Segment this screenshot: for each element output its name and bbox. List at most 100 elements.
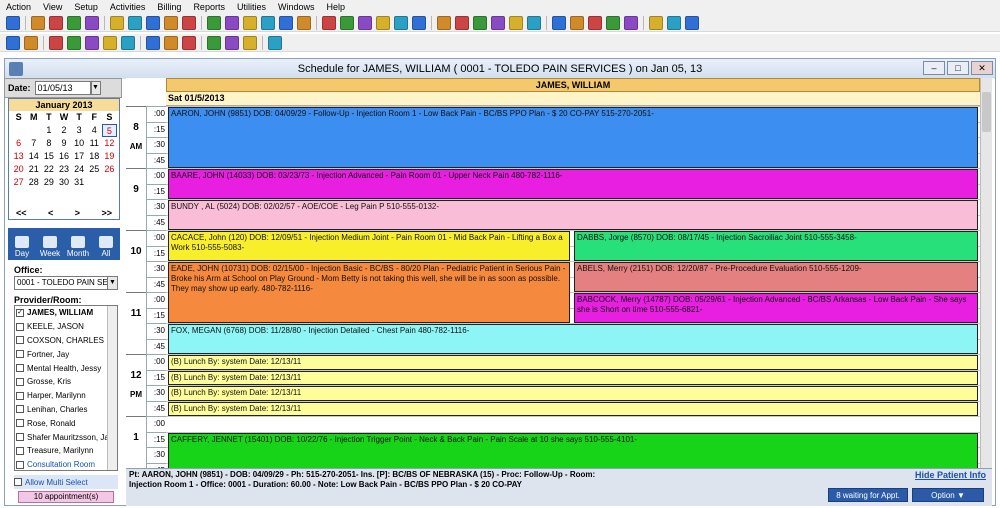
provider-checkbox[interactable] bbox=[16, 364, 24, 373]
calendar-day[interactable]: 27 bbox=[11, 176, 26, 189]
maximize-button[interactable]: □ bbox=[947, 61, 969, 75]
provider-item[interactable]: Fortner, Jay bbox=[15, 347, 117, 361]
toolbar-tool-icon[interactable] bbox=[85, 15, 99, 30]
calendar-day[interactable]: 13 bbox=[11, 150, 26, 163]
toolbar-tool-icon[interactable] bbox=[207, 35, 221, 50]
provider-checkbox[interactable] bbox=[16, 336, 24, 345]
schedule-scrollbar[interactable] bbox=[980, 78, 992, 468]
calendar-day[interactable]: 20 bbox=[11, 163, 26, 176]
calendar-day[interactable]: 26 bbox=[102, 163, 117, 176]
toolbar-tool-icon[interactable] bbox=[649, 15, 663, 30]
appointment-block[interactable]: AARON, JOHN (9851) DOB: 04/09/29 - Follo… bbox=[168, 107, 978, 168]
menu-setup[interactable]: Setup bbox=[68, 0, 104, 14]
toolbar-tool-icon[interactable] bbox=[182, 15, 196, 30]
calendar-day[interactable]: 30 bbox=[56, 176, 71, 189]
toolbar-tool-icon[interactable] bbox=[146, 15, 160, 30]
menu-reports[interactable]: Reports bbox=[187, 0, 231, 14]
toolbar-tool-icon[interactable] bbox=[491, 15, 505, 30]
provider-item[interactable]: KEELE, JASON bbox=[15, 320, 117, 334]
provider-checkbox[interactable] bbox=[16, 460, 24, 469]
toolbar-tool-icon[interactable] bbox=[243, 35, 257, 50]
provider-item[interactable]: Mental Health, Jessy bbox=[15, 361, 117, 375]
toolbar-tool-icon[interactable] bbox=[121, 35, 135, 50]
toolbar-tool-icon[interactable] bbox=[340, 15, 354, 30]
toolbar-tool-icon[interactable] bbox=[437, 15, 451, 30]
toolbar-tool-icon[interactable] bbox=[268, 35, 282, 50]
calendar-day[interactable]: 7 bbox=[26, 137, 41, 150]
appointment-block[interactable]: (B) Lunch By: system Date: 12/13/11 bbox=[168, 355, 978, 370]
toolbar-tool-icon[interactable] bbox=[376, 15, 390, 30]
provider-checkbox[interactable] bbox=[16, 419, 24, 428]
appointment-block[interactable]: DABBS, Jorge (8570) DOB: 08/17/45 - Inje… bbox=[574, 231, 978, 261]
provider-checkbox[interactable]: ✓ bbox=[16, 308, 24, 317]
option-button[interactable]: Option ▼ bbox=[912, 488, 984, 502]
toolbar-tool-icon[interactable] bbox=[588, 15, 602, 30]
scroll-thumb[interactable] bbox=[982, 92, 991, 132]
provider-item[interactable]: Lenihan, Charles bbox=[15, 403, 117, 417]
menu-activities[interactable]: Activities bbox=[104, 0, 152, 14]
toolbar-tool-icon[interactable] bbox=[146, 35, 160, 50]
toolbar-tool-icon[interactable] bbox=[509, 15, 523, 30]
appointment-block[interactable]: BAARE, JOHN (14033) DOB: 03/23/73 - Inje… bbox=[168, 169, 978, 199]
prev-month-button[interactable]: < bbox=[48, 206, 53, 220]
toolbar-tool-icon[interactable] bbox=[552, 15, 566, 30]
calendar-day[interactable]: 9 bbox=[56, 137, 71, 150]
toolbar-tool-icon[interactable] bbox=[6, 35, 20, 50]
toolbar-tool-icon[interactable] bbox=[49, 15, 63, 30]
toolbar-tool-icon[interactable] bbox=[128, 15, 142, 30]
multi-select-toggle[interactable]: Allow Multi Select bbox=[14, 475, 118, 489]
provider-item[interactable]: Rose, Ronald bbox=[15, 416, 117, 430]
toolbar-tool-icon[interactable] bbox=[49, 35, 63, 50]
calendar-day[interactable]: 22 bbox=[41, 163, 56, 176]
chevron-down-icon[interactable]: ▼ bbox=[90, 81, 101, 95]
provider-item[interactable]: Harper, Marilynn bbox=[15, 389, 117, 403]
toolbar-tool-icon[interactable] bbox=[570, 15, 584, 30]
next-year-button[interactable]: >> bbox=[101, 206, 112, 220]
calendar-day[interactable]: 4 bbox=[87, 124, 102, 137]
toolbar-tool-icon[interactable] bbox=[67, 35, 81, 50]
appointment-block[interactable]: (B) Lunch By: system Date: 12/13/11 bbox=[168, 401, 978, 416]
toolbar-tool-icon[interactable] bbox=[412, 15, 426, 30]
toolbar-tool-icon[interactable] bbox=[24, 35, 38, 50]
prev-year-button[interactable]: << bbox=[16, 206, 27, 220]
menu-view[interactable]: View bbox=[37, 0, 68, 14]
provider-item[interactable]: COXSON, CHARLES bbox=[15, 334, 117, 348]
tab-month[interactable]: Month bbox=[65, 236, 91, 258]
calendar-day[interactable]: 18 bbox=[87, 150, 102, 163]
minimize-button[interactable]: – bbox=[923, 61, 945, 75]
toolbar-tool-icon[interactable] bbox=[85, 35, 99, 50]
appointment-block[interactable]: (B) Lunch By: system Date: 12/13/11 bbox=[168, 386, 978, 401]
provider-checkbox[interactable] bbox=[16, 350, 24, 359]
calendar-day[interactable]: 28 bbox=[26, 176, 41, 189]
toolbar-tool-icon[interactable] bbox=[182, 35, 196, 50]
provider-checkbox[interactable] bbox=[16, 433, 24, 442]
office-select[interactable]: 0001 - TOLEDO PAIN SE ▼ bbox=[14, 276, 118, 290]
appointment-block[interactable]: CAFFERY, JENNET (15401) DOB: 10/22/76 - … bbox=[168, 432, 978, 468]
calendar-day[interactable]: 23 bbox=[56, 163, 71, 176]
provider-item[interactable]: Treasure, Marilynn bbox=[15, 444, 117, 458]
provider-item[interactable]: Shafer Mauritzsson, Ja bbox=[15, 430, 117, 444]
toolbar-tool-icon[interactable] bbox=[110, 15, 124, 30]
tab-all[interactable]: All bbox=[93, 236, 119, 258]
tab-week[interactable]: Week bbox=[37, 236, 63, 258]
calendar-day[interactable]: 19 bbox=[102, 150, 117, 163]
calendar-day[interactable]: 25 bbox=[87, 163, 102, 176]
waiting-for-appt-button[interactable]: 8 waiting for Appt. bbox=[828, 488, 908, 502]
menu-help[interactable]: Help bbox=[320, 0, 351, 14]
calendar-day[interactable]: 2 bbox=[56, 124, 71, 137]
menu-utilities[interactable]: Utilities bbox=[231, 0, 272, 14]
calendar-day[interactable]: 11 bbox=[87, 137, 102, 150]
toolbar-tool-icon[interactable] bbox=[297, 15, 311, 30]
toolbar-tool-icon[interactable] bbox=[225, 35, 239, 50]
next-month-button[interactable]: > bbox=[75, 206, 80, 220]
toolbar-tool-icon[interactable] bbox=[667, 15, 681, 30]
toolbar-tool-icon[interactable] bbox=[358, 15, 372, 30]
provider-checkbox[interactable] bbox=[16, 405, 24, 414]
multi-select-checkbox[interactable] bbox=[14, 478, 22, 486]
tab-day[interactable]: Day bbox=[9, 236, 35, 258]
toolbar-tool-icon[interactable] bbox=[243, 15, 257, 30]
provider-item[interactable]: Consultation Room bbox=[15, 458, 117, 470]
calendar-day[interactable]: 8 bbox=[41, 137, 56, 150]
toolbar-tool-icon[interactable] bbox=[207, 15, 221, 30]
menu-windows[interactable]: Windows bbox=[272, 0, 321, 14]
